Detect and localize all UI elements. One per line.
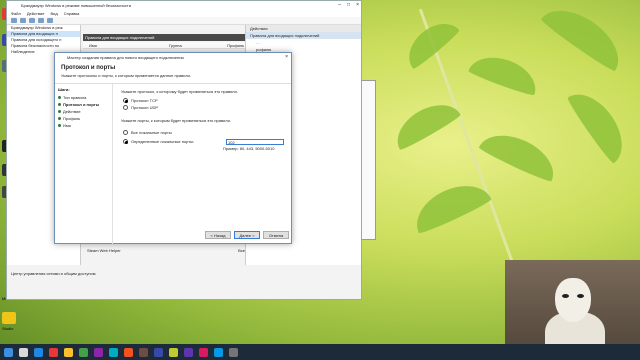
wizard-title: Мастер создания правила для нового входя… bbox=[67, 55, 184, 60]
radio-all-ports[interactable]: Все локальные порты bbox=[123, 129, 289, 136]
taskbar-app-icon[interactable] bbox=[124, 347, 133, 357]
radio-udp-label: Протокол UDP bbox=[131, 105, 159, 110]
start-icon[interactable] bbox=[4, 347, 13, 357]
status-description: Центр управления сетями и общим доступом bbox=[11, 271, 96, 276]
table-row[interactable]: Steam Web Helper Все bbox=[87, 247, 251, 254]
rule-name: Steam Web Helper bbox=[87, 248, 121, 253]
taskbar-app-icon[interactable] bbox=[79, 347, 88, 357]
radio-selected-icon[interactable] bbox=[123, 139, 128, 144]
actions-subheader[interactable]: Правила для входящих подключений bbox=[246, 32, 361, 39]
wizard-body: Укажите протокол, к которому будет приме… bbox=[121, 89, 289, 151]
taskbar-app-icon[interactable] bbox=[154, 347, 163, 357]
taskbar-app-icon[interactable] bbox=[169, 347, 178, 357]
action-item[interactable]: … bbox=[246, 39, 361, 46]
properties-icon[interactable] bbox=[38, 18, 44, 23]
menu-help[interactable]: Справка bbox=[64, 10, 80, 17]
taskbar bbox=[0, 344, 640, 360]
wizard-footer: < Назад Далее > Отмена bbox=[205, 231, 289, 239]
step-protocol-ports[interactable]: Протокол и порты bbox=[58, 101, 109, 108]
mask-image bbox=[555, 278, 591, 322]
back-button[interactable]: < Назад bbox=[205, 231, 231, 239]
radio-specific-ports-label: Определенные локальные порты: bbox=[131, 139, 195, 144]
taskbar-app-icon[interactable] bbox=[34, 347, 43, 357]
col-profile[interactable]: Профиль bbox=[227, 42, 244, 49]
new-rule-wizard[interactable]: Мастер создания правила для нового входя… bbox=[54, 52, 292, 244]
steps-title: Шаги: bbox=[58, 87, 70, 92]
wizard-heading: Протокол и порты bbox=[61, 65, 116, 71]
menu-view[interactable]: Вид bbox=[50, 10, 57, 17]
radio-unselected-icon[interactable] bbox=[123, 130, 128, 135]
wizard-titlebar[interactable]: Мастер создания правила для нового входя… bbox=[55, 53, 291, 62]
radio-tcp-label: Протокол TCP bbox=[131, 98, 158, 103]
radio-unselected-icon[interactable] bbox=[123, 105, 128, 110]
window-title: Брандмауэр Windows в режиме повышенной б… bbox=[21, 3, 131, 8]
back-icon[interactable] bbox=[11, 18, 17, 23]
taskbar-app-icon[interactable] bbox=[229, 347, 238, 357]
radio-udp[interactable]: Протокол UDP bbox=[123, 104, 289, 111]
close-icon[interactable]: × bbox=[285, 53, 288, 62]
taskbar-app-icon[interactable] bbox=[19, 347, 28, 357]
wizard-steps: Шаги: Тип правила Протокол и порты Дейст… bbox=[55, 84, 113, 244]
taskbar-app-icon[interactable] bbox=[109, 347, 118, 357]
taskbar-app-icon[interactable] bbox=[64, 347, 73, 357]
menu-bar: Файл Действие Вид Справка bbox=[7, 10, 361, 17]
step-dot-icon bbox=[58, 117, 61, 120]
step-dot-icon bbox=[58, 96, 61, 99]
minimize-icon[interactable]: – bbox=[338, 1, 341, 10]
ports-hint: Пример: 80, 443, 5000-5010 bbox=[223, 146, 275, 151]
taskbar-app-icon[interactable] bbox=[49, 347, 58, 357]
step-dot-icon bbox=[58, 110, 61, 113]
menu-action[interactable]: Действие bbox=[27, 10, 45, 17]
maximize-icon[interactable]: □ bbox=[347, 1, 350, 10]
center-pane-header: Правила для входящих подключений bbox=[83, 34, 253, 41]
col-group[interactable]: Группа bbox=[169, 42, 182, 49]
rule-profile: Все bbox=[238, 248, 245, 253]
protocol-question: Укажите протокол, к которому будет приме… bbox=[121, 89, 239, 94]
taskbar-app-icon[interactable] bbox=[214, 347, 223, 357]
col-name[interactable]: Имя bbox=[89, 42, 97, 49]
taskbar-app-icon[interactable] bbox=[184, 347, 193, 357]
radio-tcp[interactable]: Протокол TCP bbox=[123, 97, 289, 104]
radio-selected-icon[interactable] bbox=[123, 98, 128, 103]
close-icon[interactable]: × bbox=[356, 1, 359, 10]
step-dot-icon bbox=[58, 103, 61, 106]
taskbar-app-icon[interactable] bbox=[94, 347, 103, 357]
step-profile[interactable]: Профиль bbox=[58, 115, 109, 122]
forward-icon[interactable] bbox=[20, 18, 26, 23]
step-rule-type[interactable]: Тип правила bbox=[58, 94, 109, 101]
desktop-icon-label: Studio bbox=[2, 326, 14, 331]
folder-icon[interactable] bbox=[29, 18, 35, 23]
desktop-icon[interactable] bbox=[2, 312, 16, 324]
cancel-button[interactable]: Отмена bbox=[263, 231, 289, 239]
next-button[interactable]: Далее > bbox=[234, 231, 260, 239]
taskbar-app-icon[interactable] bbox=[139, 347, 148, 357]
wizard-header: Протокол и порты Укажите протоколы и пор… bbox=[55, 62, 291, 84]
ports-question: Укажите порты, к которым будет применять… bbox=[121, 118, 232, 123]
step-action[interactable]: Действие bbox=[58, 108, 109, 115]
step-dot-icon bbox=[58, 124, 61, 127]
toolbar bbox=[7, 17, 361, 25]
column-headers: Имя Группа Профиль bbox=[83, 42, 253, 49]
actions-header: Действия bbox=[246, 25, 361, 32]
radio-all-ports-label: Все локальные порты bbox=[131, 130, 172, 135]
wizard-subheading: Укажите протоколы и порты, к которым при… bbox=[61, 73, 192, 78]
step-name[interactable]: Имя bbox=[58, 122, 109, 129]
ports-input[interactable]: 102 bbox=[226, 138, 284, 145]
help-icon[interactable] bbox=[47, 18, 53, 23]
window-titlebar[interactable]: Брандмауэр Windows в режиме повышенной б… bbox=[7, 1, 361, 10]
menu-file[interactable]: Файл bbox=[11, 10, 21, 17]
radio-specific-ports[interactable]: Определенные локальные порты: 102 bbox=[123, 138, 289, 145]
taskbar-app-icon[interactable] bbox=[199, 347, 208, 357]
